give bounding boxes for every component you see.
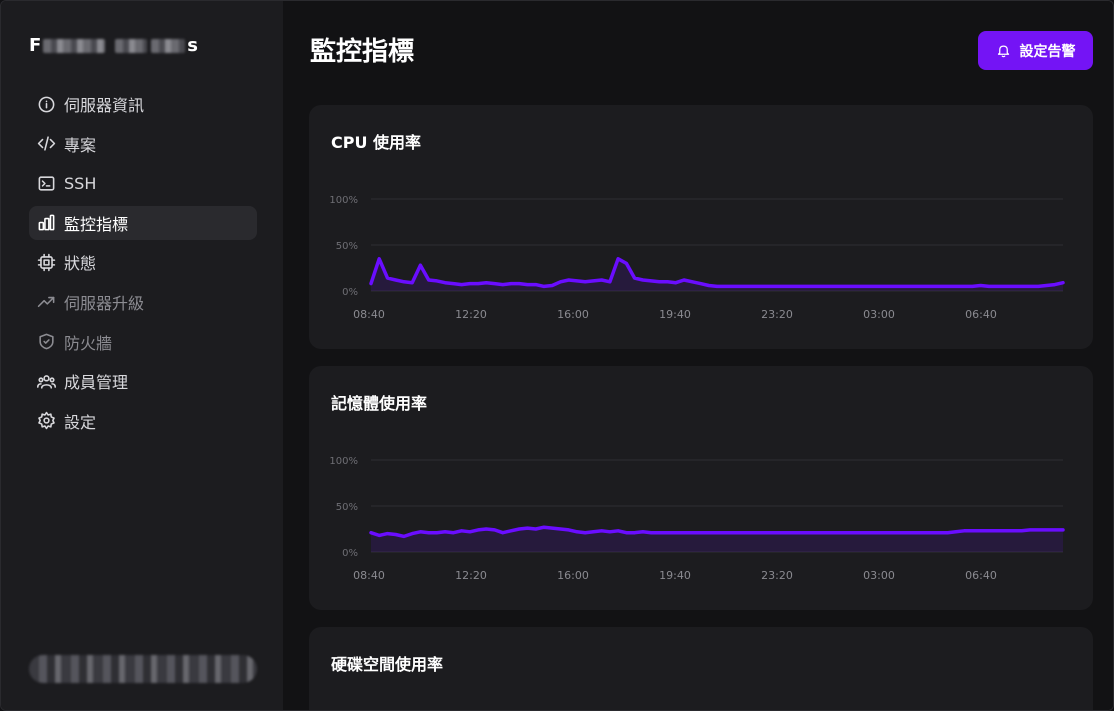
sidebar-item-label: 監控指標 (64, 214, 129, 234)
y-tick-label: 50% (336, 241, 358, 252)
code-icon (36, 134, 56, 154)
x-tick-label: 19:40 (659, 308, 691, 321)
sidebar-nav: 伺服器資訊 專案 SSH 監控指標 狀態 伺服器升級 防火牆 成員管理 設定 (29, 87, 257, 443)
sidebar-item-label: 伺服器升級 (64, 293, 145, 313)
x-tick-label: 06:40 (965, 308, 997, 321)
y-tick-label: 0% (342, 548, 358, 559)
cpu-usage-card: CPU 使用率 100% 50% 0% 08:40 12:20 16:00 19:40 23:… (309, 105, 1093, 349)
sidebar-item-label: 成員管理 (64, 373, 129, 393)
sidebar-item-metrics[interactable]: 監控指標 (29, 205, 257, 240)
sidebar-item-ssh[interactable]: SSH (29, 166, 257, 200)
x-tick-label: 08:40 (353, 308, 385, 321)
chart-title: 硬碟空間使用率 (331, 655, 444, 674)
shield-check-icon (36, 332, 56, 352)
server-name: F s (29, 35, 198, 56)
sidebar-item-label: 狀態 (64, 254, 97, 274)
sidebar-item-server-upgrade[interactable]: 伺服器升級 (29, 285, 257, 319)
main-content: 監控指標 設定告警 CPU 使用率 100% 50% 0% 08:40 12:20 16:… (283, 1, 1113, 710)
server-name-last-letter: s (187, 35, 199, 56)
sidebar-item-status[interactable]: 狀態 (29, 245, 257, 279)
x-tick-label: 03:00 (863, 569, 895, 582)
terminal-icon (36, 173, 56, 193)
sidebar-item-label: 專案 (64, 135, 97, 155)
x-tick-label: 08:40 (353, 569, 385, 582)
x-tick-label: 12:20 (455, 569, 487, 582)
sidebar-item-firewall[interactable]: 防火牆 (29, 325, 257, 359)
cpu-usage-chart: 100% 50% 0% 08:40 12:20 16:00 19:40 23:20 03:00 0… (329, 195, 1065, 321)
sidebar: F s 伺服器資訊 專案 SSH 監控指標 狀態 伺服器升級 防火牆 成員管理 … (1, 1, 283, 710)
sidebar-item-label: SSH (64, 173, 97, 193)
x-tick-label: 23:20 (761, 308, 793, 321)
users-icon (36, 371, 56, 391)
y-tick-label: 100% (329, 195, 358, 206)
redacted-name-part (43, 38, 106, 53)
cpu-icon (36, 252, 56, 272)
sidebar-item-settings[interactable]: 設定 (29, 404, 257, 438)
redacted-name-part (151, 38, 186, 53)
sidebar-item-server-info[interactable]: 伺服器資訊 (29, 87, 257, 121)
bar-chart-icon (36, 213, 56, 233)
x-tick-label: 03:00 (863, 308, 895, 321)
info-icon (36, 94, 56, 114)
sidebar-item-label: 設定 (64, 412, 97, 432)
x-tick-label: 12:20 (455, 308, 487, 321)
redacted-name-part (115, 38, 148, 53)
sidebar-item-members[interactable]: 成員管理 (29, 364, 257, 398)
sidebar-item-projects[interactable]: 專案 (29, 127, 257, 161)
sidebar-item-label: 伺服器資訊 (64, 96, 145, 115)
y-tick-label: 100% (329, 456, 358, 467)
series-line (369, 257, 1065, 289)
x-tick-label: 19:40 (659, 569, 691, 582)
user-account-redacted[interactable] (29, 655, 257, 683)
memory-usage-card: 記憶體使用率 100% 50% 0% 08:40 12:20 16:00 19:40 23:2… (309, 366, 1093, 610)
x-tick-label: 16:00 (557, 308, 589, 321)
gear-icon (36, 411, 56, 431)
y-tick-label: 50% (336, 502, 358, 513)
x-tick-label: 06:40 (965, 569, 997, 582)
set-alert-button-label: 設定告警 (1019, 43, 1076, 60)
app-window: F s 伺服器資訊 專案 SSH 監控指標 狀態 伺服器升級 防火牆 成員管理 … (0, 0, 1114, 711)
memory-usage-chart: 100% 50% 0% 08:40 12:20 16:00 19:40 23:20 03:00 0… (329, 456, 1065, 582)
x-tick-label: 23:20 (761, 569, 793, 582)
sidebar-item-label: 防火牆 (64, 333, 113, 353)
y-tick-label: 0% (342, 287, 358, 298)
x-tick-label: 16:00 (557, 569, 589, 582)
bell-icon (997, 45, 1009, 58)
page-title: 監控指標 (310, 37, 415, 67)
trending-up-icon (36, 292, 56, 312)
set-alert-button[interactable]: 設定告警 (978, 31, 1093, 70)
server-name-first-letter: F (29, 35, 42, 56)
disk-usage-card: 硬碟空間使用率 (309, 627, 1093, 710)
